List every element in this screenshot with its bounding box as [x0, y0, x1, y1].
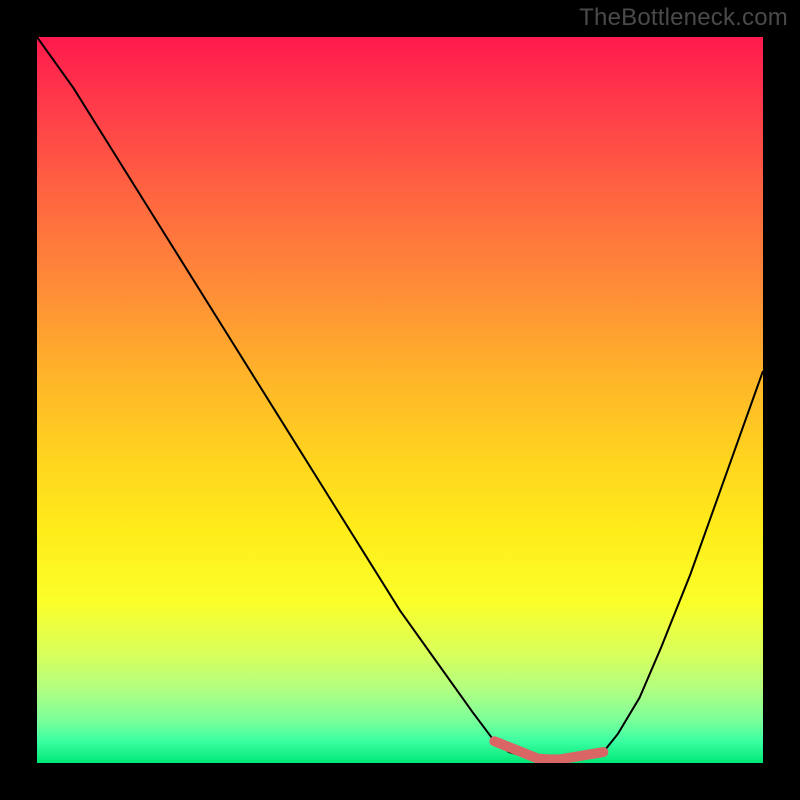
attribution-text: TheBottleneck.com — [579, 4, 788, 32]
chart-frame: TheBottleneck.com — [0, 0, 800, 800]
bottleneck-curve — [37, 37, 763, 759]
curve-layer — [37, 37, 763, 763]
minimum-highlight — [494, 741, 603, 759]
